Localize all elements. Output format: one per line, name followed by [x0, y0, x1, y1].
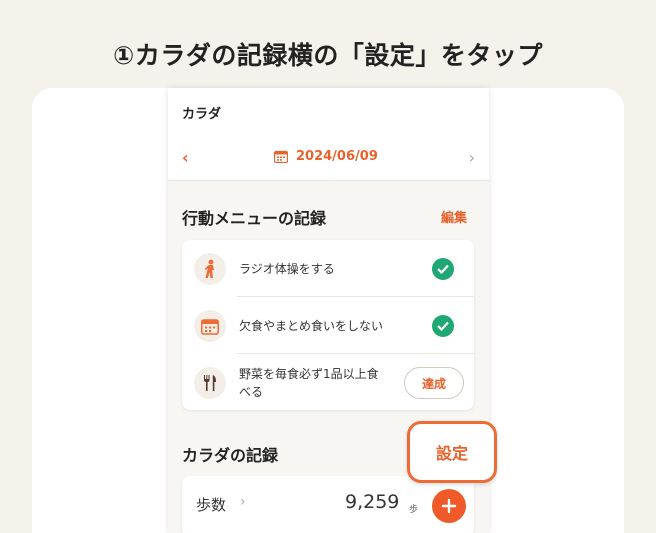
list-item-label: 欠食やまとめ食いをしない	[239, 319, 384, 333]
check-icon	[432, 315, 454, 337]
list-item-label: ラジオ体操をする	[239, 262, 335, 276]
list-item[interactable]: 野菜を毎食必ず1品以上食 べる 達成	[182, 354, 474, 411]
achieve-button[interactable]: 達成	[404, 367, 464, 399]
list-item-label: 野菜を毎食必ず1品以上食 べる	[239, 367, 379, 399]
action-menu-title: 行動メニューの記録	[182, 209, 327, 228]
steps-value: 9,259	[345, 491, 400, 513]
calendar-icon	[274, 150, 288, 163]
list-item[interactable]: ラジオ体操をする	[182, 240, 474, 297]
edit-button[interactable]: 編集	[441, 207, 467, 226]
settings-button[interactable]: 設定	[407, 421, 497, 483]
body-record-title: カラダの記録	[182, 446, 279, 465]
steps-unit: 歩	[409, 505, 419, 515]
chevron-right-icon[interactable]: ›	[469, 148, 475, 167]
steps-card[interactable]: 歩数 › 9,259 歩	[182, 476, 474, 533]
chevron-left-icon[interactable]: ‹	[182, 148, 189, 167]
current-date: 2024/06/09	[296, 149, 378, 164]
date-selector[interactable]: 2024/06/09	[274, 149, 378, 164]
check-icon	[432, 258, 454, 280]
fork-knife-icon	[194, 367, 226, 399]
calendar-icon	[194, 310, 226, 342]
chevron-right-icon: ›	[240, 494, 246, 510]
app-title: カラダ	[182, 107, 222, 122]
action-menu-list: ラジオ体操をする 欠食やまとめ食いをしない 野菜を毎食必ず1品以上食 べる 達成	[182, 240, 474, 410]
list-item[interactable]: 欠食やまとめ食いをしない	[182, 297, 474, 354]
instruction-headline: ①カラダの記録横の「設定」をタップ	[113, 41, 543, 70]
steps-label: 歩数	[196, 496, 227, 514]
walking-person-icon	[194, 253, 226, 285]
add-button[interactable]	[432, 489, 466, 523]
app-header: カラダ ‹ 2024/06/09 ›	[168, 88, 489, 181]
plus-icon	[441, 498, 457, 514]
